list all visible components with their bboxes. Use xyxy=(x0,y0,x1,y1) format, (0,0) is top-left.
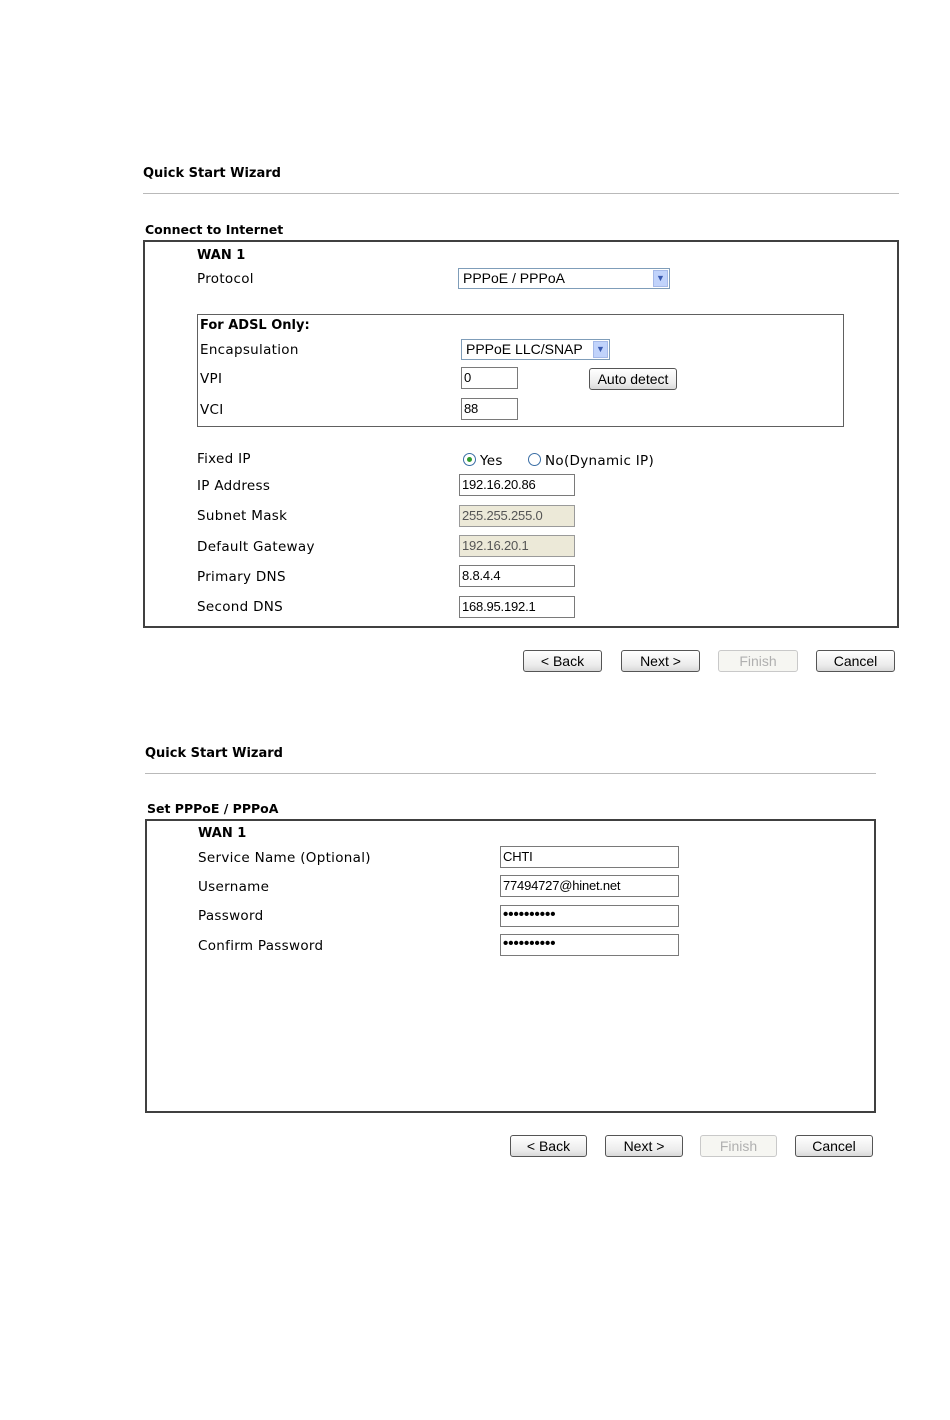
second-dns-label: Second DNS xyxy=(197,599,284,615)
encapsulation-label: Encapsulation xyxy=(200,342,299,358)
primary-dns-label: Primary DNS xyxy=(197,569,286,585)
fixed-ip-yes-label: Yes xyxy=(480,453,503,469)
encapsulation-select[interactable]: PPPoE LLC/SNAP ▼ xyxy=(461,339,610,360)
default-gateway-label: Default Gateway xyxy=(197,539,315,555)
pppoe-section-title: Set PPPoE / PPPoA xyxy=(147,801,279,816)
vpi-label: VPI xyxy=(200,371,223,387)
confirm-password-input[interactable]: •••••••••• xyxy=(500,934,679,956)
protocol-select-value: PPPoE / PPPoA xyxy=(463,270,565,286)
wan1-label-2: WAN 1 xyxy=(198,826,247,841)
confirm-password-label: Confirm Password xyxy=(198,938,324,954)
chevron-down-icon: ▼ xyxy=(593,341,608,358)
cancel-button[interactable]: Cancel xyxy=(816,650,895,672)
vci-label: VCI xyxy=(200,402,224,418)
next-button[interactable]: Next > xyxy=(621,650,700,672)
wizard1-title: Quick Start Wizard xyxy=(143,166,281,181)
service-name-label: Service Name (Optional) xyxy=(198,850,371,866)
auto-detect-button[interactable]: Auto detect xyxy=(589,368,677,390)
password-input[interactable]: •••••••••• xyxy=(500,905,679,927)
adsl-title: For ADSL Only: xyxy=(200,318,310,333)
wizard1-divider xyxy=(143,193,899,194)
default-gateway-input: 192.16.20.1 xyxy=(459,535,575,557)
vpi-input[interactable]: 0 xyxy=(461,367,518,389)
wizard2-title: Quick Start Wizard xyxy=(145,746,283,761)
chevron-down-icon: ▼ xyxy=(653,270,668,287)
fixed-ip-no-label: No(Dynamic IP) xyxy=(545,453,655,469)
subnet-mask-input: 255.255.255.0 xyxy=(459,505,575,527)
protocol-label: Protocol xyxy=(197,271,254,287)
back-button[interactable]: < Back xyxy=(523,650,602,672)
ip-address-input[interactable]: 192.16.20.86 xyxy=(459,474,575,496)
primary-dns-input[interactable]: 8.8.4.4 xyxy=(459,565,575,587)
wan1-label: WAN 1 xyxy=(197,248,246,263)
fixed-ip-yes-radio[interactable] xyxy=(463,453,476,466)
encapsulation-select-value: PPPoE LLC/SNAP xyxy=(466,341,583,357)
fixed-ip-no-radio[interactable] xyxy=(528,453,541,466)
service-name-input[interactable]: CHTI xyxy=(500,846,679,868)
connect-section-title: Connect to Internet xyxy=(145,222,284,237)
username-input[interactable]: 77494727@hinet.net xyxy=(500,875,679,897)
cancel-button-2[interactable]: Cancel xyxy=(795,1135,873,1157)
back-button-2[interactable]: < Back xyxy=(510,1135,587,1157)
username-label: Username xyxy=(198,879,270,895)
finish-button: Finish xyxy=(718,650,798,672)
ip-address-label: IP Address xyxy=(197,478,271,494)
finish-button-2: Finish xyxy=(700,1135,777,1157)
subnet-mask-label: Subnet Mask xyxy=(197,508,288,524)
password-label: Password xyxy=(198,908,264,924)
vci-input[interactable]: 88 xyxy=(461,398,518,420)
second-dns-input[interactable]: 168.95.192.1 xyxy=(459,596,575,618)
next-button-2[interactable]: Next > xyxy=(605,1135,683,1157)
wizard2-divider xyxy=(145,773,876,774)
fixed-ip-label: Fixed IP xyxy=(197,451,251,467)
protocol-select[interactable]: PPPoE / PPPoA ▼ xyxy=(458,268,670,289)
